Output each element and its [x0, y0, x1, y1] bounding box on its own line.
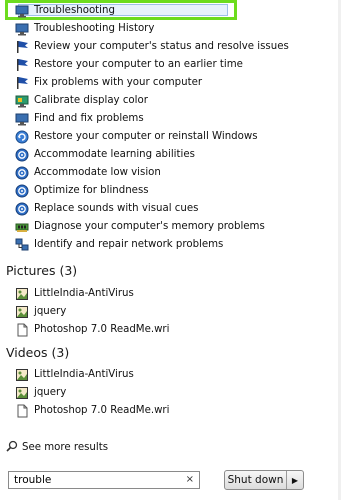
item-label: Review your computer's status and resolv… [34, 41, 289, 52]
result-optimize-blindness[interactable]: Optimize for blindness [15, 182, 149, 200]
video-item[interactable]: LittleIndia-AntiVirus [15, 366, 134, 384]
shutdown-label: Shut down [225, 471, 287, 489]
ease-of-access-icon [15, 184, 29, 198]
shutdown-button[interactable]: Shut down ▶ [224, 470, 304, 490]
flag-icon [15, 76, 29, 90]
search-icon [6, 440, 18, 455]
item-label: LittleIndia-AntiVirus [34, 369, 134, 380]
item-label: Photoshop 7.0 ReadMe.wri [34, 324, 170, 335]
result-restore-reinstall[interactable]: Restore your computer or reinstall Windo… [15, 128, 258, 146]
result-restore-earlier[interactable]: Restore your computer to an earlier time [15, 56, 243, 74]
document-icon [15, 404, 29, 418]
image-file-icon [15, 305, 29, 319]
ease-of-access-icon [15, 148, 29, 162]
item-label: Restore your computer or reinstall Windo… [34, 131, 258, 142]
item-label: jquery [34, 306, 67, 317]
result-troubleshooting-history[interactable]: Troubleshooting History [15, 20, 154, 38]
item-label: Diagnose your computer's memory problems [34, 221, 265, 232]
item-label: Troubleshooting History [34, 23, 155, 34]
search-box[interactable]: × [8, 471, 200, 489]
picture-item[interactable]: jquery [15, 303, 66, 321]
video-item[interactable]: Photoshop 7.0 ReadMe.wri [15, 402, 169, 420]
item-label: Restore your computer to an earlier time [34, 59, 243, 70]
videos-section-title: Videos (3) [6, 345, 70, 360]
flag-icon [15, 40, 29, 54]
monitor-icon [15, 22, 29, 36]
item-label: Optimize for blindness [34, 185, 149, 196]
image-file-icon [15, 386, 29, 400]
flag-icon [15, 58, 29, 72]
pictures-section-title: Pictures (3) [6, 263, 78, 278]
network-icon [15, 238, 29, 252]
result-network-problems[interactable]: Identify and repair network problems [15, 236, 223, 254]
shutdown-options-arrow-icon[interactable]: ▶ [287, 476, 303, 485]
image-file-icon [15, 368, 29, 382]
result-find-fix[interactable]: Find and fix problems [15, 110, 144, 128]
result-fix-problems[interactable]: Fix problems with your computer [15, 74, 202, 92]
item-label: jquery [34, 387, 67, 398]
memory-icon [15, 220, 29, 234]
item-label: Accommodate low vision [34, 167, 161, 178]
result-review-status[interactable]: Review your computer's status and resolv… [15, 38, 289, 56]
item-label: Identify and repair network problems [34, 239, 224, 250]
item-label: Accommodate learning abilities [34, 149, 195, 160]
search-input[interactable] [14, 473, 174, 487]
result-troubleshooting[interactable]: Troubleshooting [15, 2, 115, 20]
item-label: Find and fix problems [34, 113, 144, 124]
document-icon [15, 323, 29, 337]
item-label: Fix problems with your computer [34, 77, 203, 88]
result-low-vision[interactable]: Accommodate low vision [15, 164, 161, 182]
monitor-icon [15, 112, 29, 126]
display-icon [15, 94, 29, 108]
result-visual-cues[interactable]: Replace sounds with visual cues [15, 200, 198, 218]
ease-of-access-icon [15, 202, 29, 216]
image-file-icon [15, 287, 29, 301]
item-label: LittleIndia-AntiVirus [34, 288, 134, 299]
result-memory-problems[interactable]: Diagnose your computer's memory problems [15, 218, 265, 236]
picture-item[interactable]: LittleIndia-AntiVirus [15, 285, 134, 303]
see-more-label: See more results [22, 442, 108, 453]
monitor-icon [15, 4, 29, 18]
result-learning-abilities[interactable]: Accommodate learning abilities [15, 146, 195, 164]
clear-search-icon[interactable]: × [186, 472, 194, 488]
see-more-results-link[interactable]: See more results [6, 440, 108, 455]
ease-of-access-icon [15, 166, 29, 180]
item-label: Calibrate display color [34, 95, 148, 106]
result-calibrate-display[interactable]: Calibrate display color [15, 92, 148, 110]
item-label: Replace sounds with visual cues [34, 203, 199, 214]
restore-icon [15, 130, 29, 144]
item-label: Photoshop 7.0 ReadMe.wri [34, 405, 170, 416]
item-label: Troubleshooting [34, 5, 115, 16]
video-item[interactable]: jquery [15, 384, 66, 402]
picture-item[interactable]: Photoshop 7.0 ReadMe.wri [15, 321, 169, 339]
